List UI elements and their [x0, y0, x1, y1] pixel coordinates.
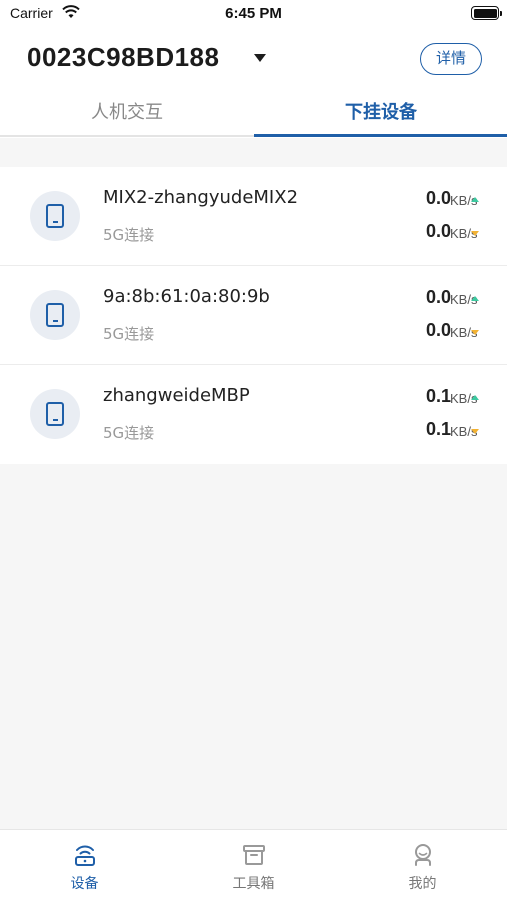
phone-icon: [46, 204, 64, 228]
tabbar-label: 我的: [408, 876, 437, 892]
header: 0023C98BD188 详情 人机交互 下挂设备: [0, 30, 507, 138]
tab-connected-devices[interactable]: 下挂设备: [254, 90, 507, 138]
device-avatar: [30, 191, 80, 241]
device-selector[interactable]: 0023C98BD188: [27, 42, 219, 73]
battery-icon: [471, 6, 502, 20]
status-bar: Carrier 6:45 PM: [0, 0, 507, 30]
phone-icon: [46, 303, 64, 327]
upload-speed: 0.0: [425, 188, 451, 208]
upload-arrow-icon: [471, 197, 479, 202]
download-speed: 0.0: [425, 221, 451, 241]
device-row[interactable]: 9a:8b:61:0a:80:9b 5G连接 0.0 KB/s 0.0 KB/s: [0, 266, 507, 365]
phone-icon: [46, 402, 64, 426]
device-name: 9a:8b:61:0a:80:9b: [103, 286, 270, 307]
download-speed: 0.1: [425, 419, 451, 439]
toolbox-icon: [243, 845, 265, 865]
connection-type: 5G连接: [103, 226, 155, 244]
upload-speed: 0.0: [425, 287, 451, 307]
router-icon: [75, 845, 95, 866]
connection-type: 5G连接: [103, 424, 155, 442]
device-name: zhangweideMBP: [103, 385, 250, 406]
tabbar-item-devices[interactable]: 设备: [0, 830, 169, 900]
device-row[interactable]: MIX2-zhangyudeMIX2 5G连接 0.0 KB/s 0.0 KB/…: [0, 167, 507, 266]
dropdown-caret-icon[interactable]: [254, 54, 266, 62]
download-arrow-icon: [471, 429, 479, 434]
upload-speed: 0.1: [425, 386, 451, 406]
profile-icon: [415, 844, 431, 866]
tabbar-label: 设备: [70, 876, 99, 892]
bottom-tab-bar: 设备 工具箱 我的: [0, 829, 507, 900]
tab-bar: 人机交互 下挂设备: [0, 90, 507, 138]
upload-arrow-icon: [471, 395, 479, 400]
detail-button[interactable]: 详情: [420, 43, 482, 75]
device-list: MIX2-zhangyudeMIX2 5G连接 0.0 KB/s 0.0 KB/…: [0, 167, 507, 464]
clock: 6:45 PM: [225, 5, 282, 22]
device-avatar: [30, 290, 80, 340]
device-name: MIX2-zhangyudeMIX2: [103, 187, 299, 208]
tab-human-interaction[interactable]: 人机交互: [0, 90, 254, 138]
download-arrow-icon: [471, 231, 479, 236]
device-avatar: [30, 389, 80, 439]
upload-arrow-icon: [471, 296, 479, 301]
tabbar-label: 工具箱: [232, 876, 275, 892]
tabbar-item-toolbox[interactable]: 工具箱: [169, 830, 338, 900]
device-row[interactable]: zhangweideMBP 5G连接 0.1 KB/s 0.1 KB/s: [0, 365, 507, 464]
active-tab-indicator: [254, 134, 507, 137]
connection-type: 5G连接: [103, 325, 155, 343]
tabbar-item-profile[interactable]: 我的: [338, 830, 507, 900]
download-arrow-icon: [471, 330, 479, 335]
download-speed: 0.0: [425, 320, 451, 340]
